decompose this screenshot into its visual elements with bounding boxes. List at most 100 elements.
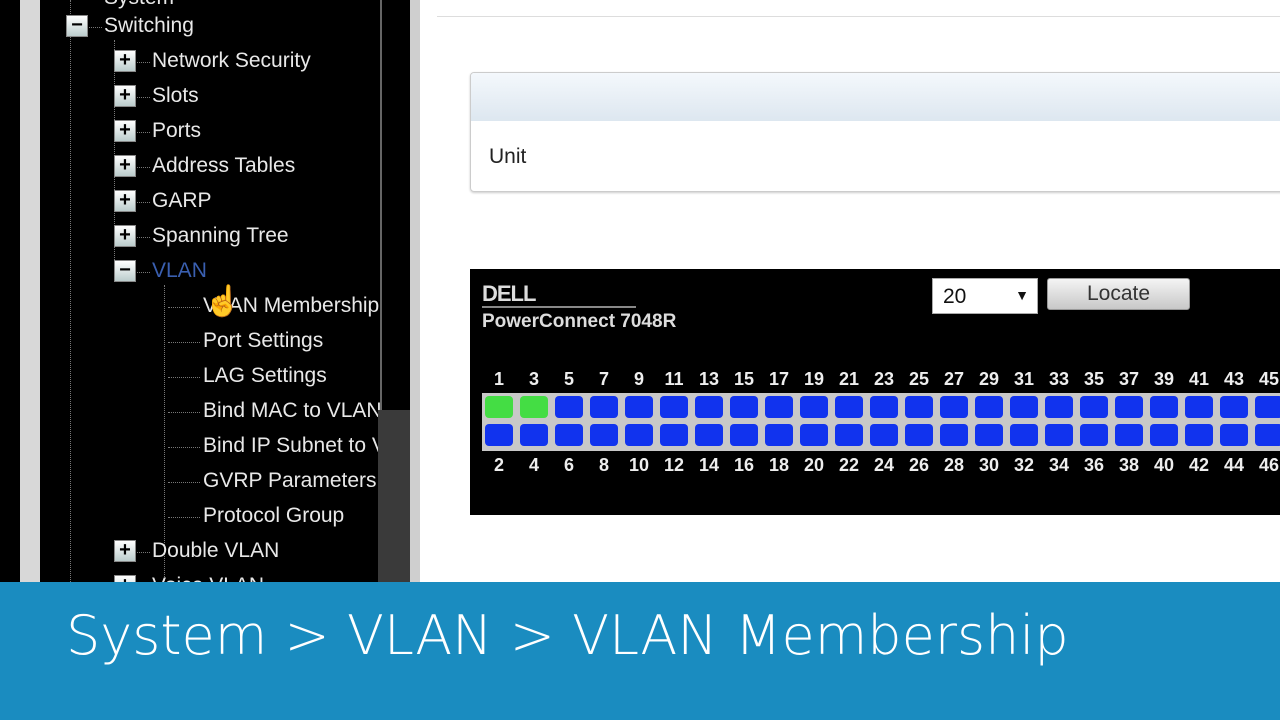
port-36[interactable] — [1080, 424, 1108, 446]
port-13[interactable] — [695, 396, 723, 418]
port-12[interactable] — [660, 424, 688, 446]
port-35[interactable] — [1080, 396, 1108, 418]
port-23[interactable] — [870, 396, 898, 418]
port-5[interactable] — [555, 396, 583, 418]
tree-connector — [168, 377, 200, 378]
port-44[interactable] — [1220, 424, 1248, 446]
port-24[interactable] — [870, 424, 898, 446]
port-19[interactable] — [800, 396, 828, 418]
port-37[interactable] — [1115, 396, 1143, 418]
port-3[interactable] — [520, 396, 548, 418]
port-18[interactable] — [765, 424, 793, 446]
tree-item-garp[interactable]: GARP — [152, 189, 212, 213]
port-2[interactable] — [485, 424, 513, 446]
tree-connector — [137, 62, 150, 63]
tree-item-protocol-group[interactable]: Protocol Group — [203, 504, 344, 528]
port-number-label: 10 — [628, 455, 650, 475]
port-7[interactable] — [590, 396, 618, 418]
port-6[interactable] — [555, 424, 583, 446]
tree-connector — [168, 517, 200, 518]
hand-cursor-icon: ☝ — [204, 285, 242, 318]
unit-select[interactable]: 20 ▼ — [932, 278, 1038, 314]
unit-select-value: 20 — [943, 285, 967, 308]
port-41[interactable] — [1185, 396, 1213, 418]
expand-icon[interactable]: + — [114, 540, 136, 562]
tree-item-system[interactable]: System — [104, 0, 174, 10]
port-number-label: 8 — [598, 455, 609, 475]
port-46[interactable] — [1255, 424, 1280, 446]
collapse-icon[interactable]: − — [66, 15, 88, 37]
port-45[interactable] — [1255, 396, 1280, 418]
port-number-label: 6 — [563, 455, 574, 475]
port-4[interactable] — [520, 424, 548, 446]
expand-icon[interactable]: + — [114, 85, 136, 107]
port-15[interactable] — [730, 396, 758, 418]
port-29[interactable] — [975, 396, 1003, 418]
port-16[interactable] — [730, 424, 758, 446]
collapse-icon[interactable]: − — [114, 260, 136, 282]
port-10[interactable] — [625, 424, 653, 446]
port-number-label: 13 — [698, 369, 720, 389]
caption-text: System > VLAN > VLAN Membership — [66, 604, 1069, 667]
port-39[interactable] — [1150, 396, 1178, 418]
port-number-label: 38 — [1118, 455, 1140, 475]
port-number-label: 31 — [1013, 369, 1035, 389]
tree-item-address-tables[interactable]: Address Tables — [152, 154, 295, 178]
tree-item-vlan[interactable]: VLAN — [152, 259, 207, 283]
expand-icon[interactable]: + — [114, 50, 136, 72]
tree-item-spanning-tree[interactable]: Spanning Tree — [152, 224, 289, 248]
port-number-label: 4 — [528, 455, 539, 475]
tree-item-switching[interactable]: Switching — [104, 14, 194, 38]
tree-connector — [168, 447, 200, 448]
port-9[interactable] — [625, 396, 653, 418]
tree-item-bind-ip-subnet-to-vlan[interactable]: Bind IP Subnet to VLAN — [203, 434, 380, 458]
tree-item-voice-vlan[interactable]: Voice VLAN — [152, 574, 264, 582]
port-28[interactable] — [940, 424, 968, 446]
expand-icon[interactable]: + — [114, 575, 136, 582]
port-22[interactable] — [835, 424, 863, 446]
port-34[interactable] — [1045, 424, 1073, 446]
tree-connector — [137, 202, 150, 203]
tree-connector — [137, 167, 150, 168]
port-27[interactable] — [940, 396, 968, 418]
port-number-label: 37 — [1118, 369, 1140, 389]
unit-label: Unit — [489, 145, 527, 168]
port-number-label: 2 — [493, 455, 504, 475]
expand-icon[interactable]: + — [114, 225, 136, 247]
port-8[interactable] — [590, 424, 618, 446]
locate-button[interactable]: Locate — [1047, 278, 1190, 310]
port-number-label: 45 — [1258, 369, 1280, 389]
tree-item-network-security[interactable]: Network Security — [152, 49, 311, 73]
tree-item-gvrp-parameters[interactable]: GVRP Parameters — [203, 469, 377, 493]
port-11[interactable] — [660, 396, 688, 418]
port-25[interactable] — [905, 396, 933, 418]
port-26[interactable] — [905, 424, 933, 446]
tree-item-port-settings[interactable]: Port Settings — [203, 329, 323, 353]
port-30[interactable] — [975, 424, 1003, 446]
tree-item-lag-settings[interactable]: LAG Settings — [203, 364, 327, 388]
port-38[interactable] — [1115, 424, 1143, 446]
port-17[interactable] — [765, 396, 793, 418]
splitter[interactable] — [410, 0, 420, 582]
port-40[interactable] — [1150, 424, 1178, 446]
port-31[interactable] — [1010, 396, 1038, 418]
port-1[interactable] — [485, 396, 513, 418]
port-33[interactable] — [1045, 396, 1073, 418]
tree-connector — [137, 237, 150, 238]
tree-item-double-vlan[interactable]: Double VLAN — [152, 539, 279, 563]
expand-icon[interactable]: + — [114, 155, 136, 177]
port-14[interactable] — [695, 424, 723, 446]
dell-logo: DELL — [482, 281, 536, 306]
port-21[interactable] — [835, 396, 863, 418]
scrollbar-thumb[interactable] — [378, 410, 410, 582]
port-42[interactable] — [1185, 424, 1213, 446]
port-43[interactable] — [1220, 396, 1248, 418]
tree-item-slots[interactable]: Slots — [152, 84, 199, 108]
expand-icon[interactable]: + — [114, 190, 136, 212]
tree-item-bind-mac-to-vlan[interactable]: Bind MAC to VLAN — [203, 399, 380, 423]
expand-icon[interactable]: + — [114, 120, 136, 142]
unit-panel: Unit — [470, 72, 1280, 192]
port-32[interactable] — [1010, 424, 1038, 446]
tree-item-ports[interactable]: Ports — [152, 119, 201, 143]
port-20[interactable] — [800, 424, 828, 446]
